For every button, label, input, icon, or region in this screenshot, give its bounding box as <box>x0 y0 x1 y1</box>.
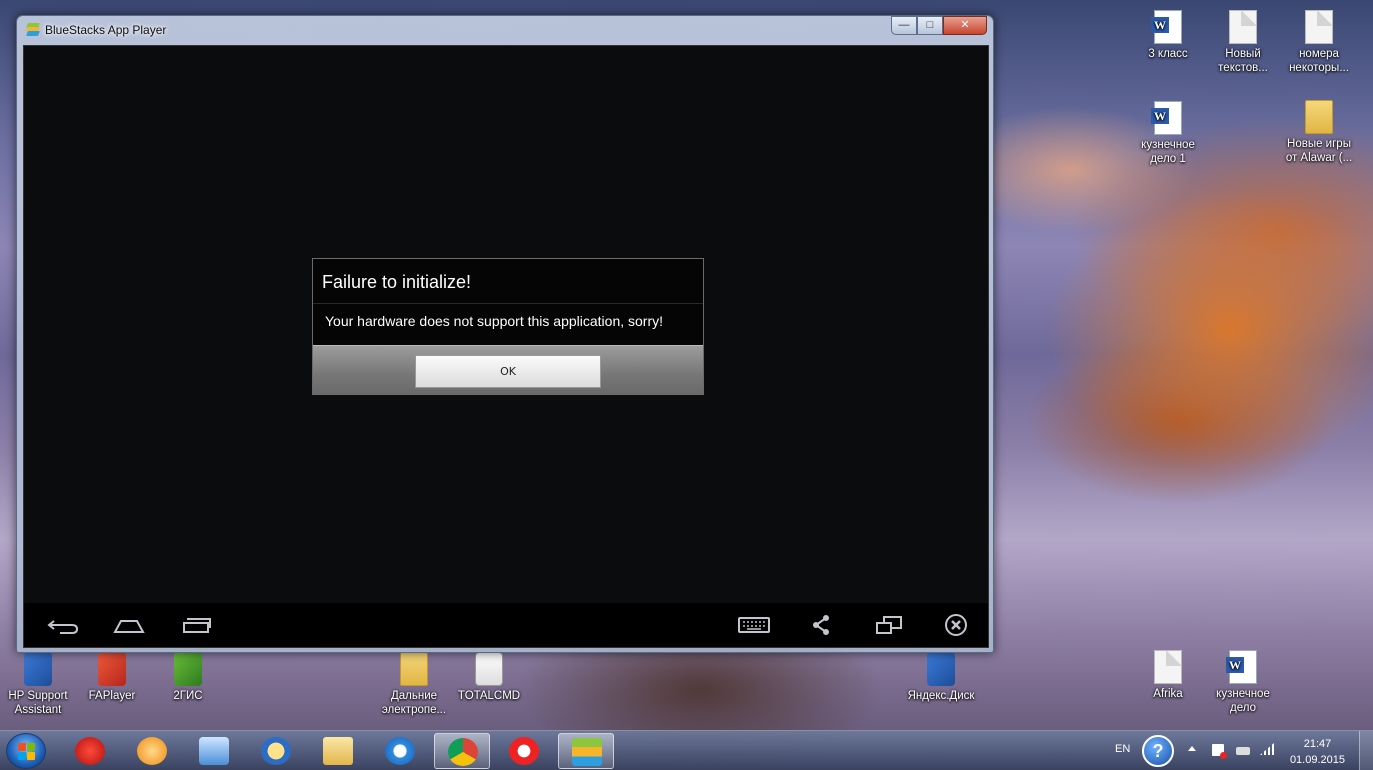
word-document-icon: W <box>1151 101 1182 135</box>
internet-explorer-icon <box>385 737 415 765</box>
taskbar-explorer[interactable] <box>310 733 366 769</box>
close-app-icon[interactable] <box>939 613 973 637</box>
storage-device-icon[interactable] <box>1236 747 1250 755</box>
chrome-icon <box>448 738 478 766</box>
clock-date: 01.09.2015 <box>1289 754 1345 766</box>
windows-logo-icon <box>18 743 36 761</box>
taskbar-bluestacks[interactable] <box>558 733 614 769</box>
tray-expand-icon[interactable] <box>1188 746 1196 751</box>
desktop-icon-nomera[interactable]: номера некоторы... <box>1281 10 1357 75</box>
desktop-icon-alawar[interactable]: Новые игры от Alawar (... <box>1281 100 1357 165</box>
android-screen: Failure to initialize! Your hardware doe… <box>23 45 989 648</box>
desktop-icon-2gis[interactable]: 2ГИС <box>150 652 226 703</box>
caption-buttons: — □ ✕ <box>891 16 987 36</box>
text-document-icon <box>1154 650 1182 684</box>
faplayer-icon <box>98 652 126 686</box>
keyboard-icon[interactable] <box>737 613 771 637</box>
yandex-disk-icon <box>927 652 955 686</box>
taskbar-yandex-browser[interactable] <box>496 733 552 769</box>
desktop-icon-dalnie[interactable]: Дальние электропе... <box>376 652 452 717</box>
network-signal-icon[interactable] <box>1260 743 1274 755</box>
show-desktop-button[interactable] <box>1359 731 1373 770</box>
desktop-icon-label: номера некоторы... <box>1289 48 1349 74</box>
desktop-icon-label: HP Support Assistant <box>8 690 68 716</box>
clock-time: 21:47 <box>1303 738 1332 750</box>
text-document-icon <box>1305 10 1333 44</box>
taskbar-internet-explorer[interactable] <box>372 733 428 769</box>
desktop-icon-hp-support[interactable]: HP Support Assistant <box>0 652 76 717</box>
desktop-icon-3-klass[interactable]: W 3 класс <box>1130 10 1206 61</box>
antivirus-icon <box>75 737 105 765</box>
desktop-icon-yandex-disk[interactable]: Яндекс.Диск <box>903 652 979 703</box>
word-document-icon: W <box>1151 10 1182 44</box>
explorer-icon <box>323 737 353 765</box>
desktop-icon-label: Новые игры от Alawar (... <box>1285 138 1353 164</box>
text-document-icon <box>1229 10 1257 44</box>
ok-button[interactable]: OK <box>415 355 601 388</box>
dialog-message: Your hardware does not support this appl… <box>325 313 664 329</box>
recent-apps-icon[interactable] <box>179 613 213 637</box>
dialog-title: Failure to initialize! <box>313 259 703 304</box>
language-indicator[interactable]: EN <box>1115 743 1130 755</box>
start-button[interactable] <box>6 733 46 769</box>
desktop-icon-kuznechnoe-delo[interactable]: W кузнечное дело <box>1205 650 1281 715</box>
desktop-icon-totalcmd[interactable]: TOTALCMD <box>451 652 527 703</box>
desktop-icon-label: Afrika <box>1153 688 1183 700</box>
action-center-icon[interactable] <box>1212 744 1227 759</box>
maximize-button[interactable]: □ <box>917 16 943 35</box>
system-clock[interactable]: 21:47 01.09.2015 <box>1290 736 1345 768</box>
bluestacks-icon <box>572 738 602 766</box>
desktop-icon-novyi-tekstov[interactable]: Новый текстов... <box>1205 10 1281 75</box>
taskbar-mail[interactable] <box>248 733 304 769</box>
bluestacks-logo-icon <box>26 23 40 37</box>
help-icon[interactable]: ? <box>1142 735 1174 767</box>
desktop-icon-label: Дальние электропе... <box>381 690 447 716</box>
desktop-icon-label: кузнечное дело <box>1216 688 1270 714</box>
desktop-icon-label: TOTALCMD <box>457 690 521 702</box>
desktop-icon-faplayer[interactable]: FAPlayer <box>74 652 150 703</box>
taskbar-media-player[interactable] <box>124 733 180 769</box>
error-dialog: Failure to initialize! Your hardware doe… <box>312 258 704 395</box>
hp-support-icon <box>24 652 52 686</box>
media-player-icon <box>137 737 167 765</box>
desktop-icon-label: 2ГИС <box>173 690 203 702</box>
taskbar-speaker-app[interactable] <box>186 733 242 769</box>
back-icon[interactable] <box>46 613 80 637</box>
word-document-icon: W <box>1226 650 1257 684</box>
taskbar-antivirus[interactable] <box>62 733 118 769</box>
minimize-button[interactable]: — <box>891 16 917 35</box>
close-button[interactable]: ✕ <box>943 16 987 35</box>
mail-icon <box>261 737 291 765</box>
totalcmd-icon <box>475 652 503 686</box>
share-icon[interactable] <box>804 613 838 637</box>
folder-icon <box>400 652 428 686</box>
folder-icon <box>1305 100 1333 134</box>
desktop-icon-label: Новый текстов... <box>1218 48 1268 74</box>
yandex-browser-icon <box>509 737 539 765</box>
bluestacks-window: BlueStacks App Player — □ ✕ Failure to i… <box>16 15 994 653</box>
2gis-icon <box>174 652 202 686</box>
desktop-icon-label: кузнечное дело 1 <box>1141 139 1195 165</box>
desktop-icon-afrika[interactable]: Afrika <box>1130 650 1206 701</box>
desktop-icon-kuznechnoe-delo-1[interactable]: W кузнечное дело 1 <box>1130 101 1206 166</box>
android-navbar <box>24 603 988 647</box>
home-icon[interactable] <box>112 613 146 637</box>
multi-window-icon[interactable] <box>872 613 906 637</box>
speaker-app-icon <box>199 737 229 765</box>
taskbar: EN ? 21:47 01.09.2015 <box>0 730 1373 770</box>
desktop-icon-label: 3 класс <box>1148 48 1188 60</box>
taskbar-chrome[interactable] <box>434 733 490 769</box>
window-title: BlueStacks App Player <box>45 23 167 37</box>
dialog-footer: OK <box>313 345 703 394</box>
desktop-icon-label: FAPlayer <box>88 690 136 702</box>
desktop-icon-label: Яндекс.Диск <box>907 690 975 702</box>
